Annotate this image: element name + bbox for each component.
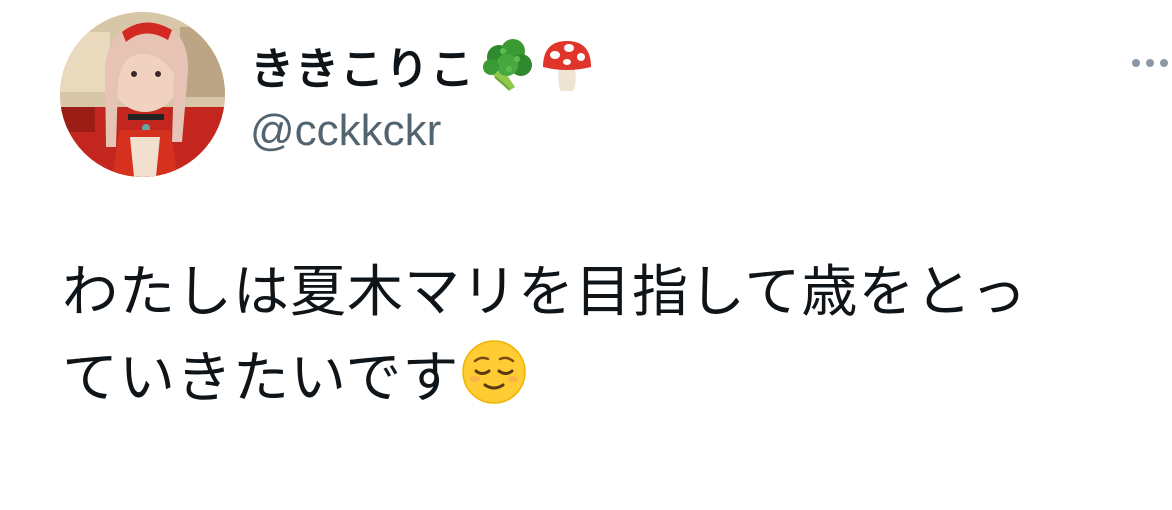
broccoli-icon: [479, 35, 535, 95]
avatar-image: [60, 12, 225, 177]
user-handle[interactable]: @cckkckr: [250, 106, 595, 156]
tweet-text-line: ていきたいです: [62, 336, 1162, 422]
relieved-face-icon: [461, 339, 527, 405]
avatar[interactable]: [60, 12, 225, 177]
more-options-button[interactable]: [1128, 48, 1172, 78]
name-row: ききこりこ: [250, 30, 595, 100]
display-name[interactable]: ききこりこ: [250, 33, 475, 97]
tweet: ききこりこ @cckkckr わたしは夏木マリを目指して歳をとっ ていきたいです: [0, 0, 1172, 510]
ellipsis-icon: [1132, 59, 1168, 67]
tweet-text-line: わたしは夏木マリを目指して歳をとっ: [62, 260, 1028, 325]
tweet-text-fragment: ていきたいです: [62, 346, 460, 411]
mushroom-icon: [539, 35, 595, 95]
tweet-text: わたしは夏木マリを目指して歳をとっ ていきたいです: [62, 250, 1162, 422]
tweet-header: ききこりこ @cckkckr: [250, 30, 595, 156]
